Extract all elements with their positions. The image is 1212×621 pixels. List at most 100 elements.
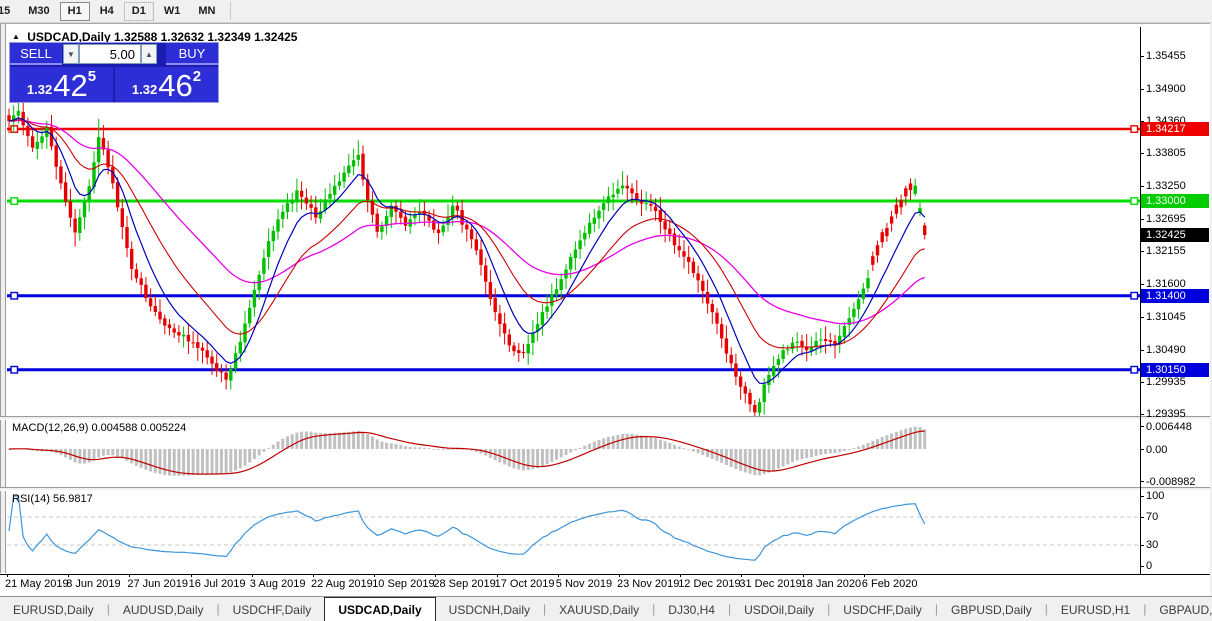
rsi-indicator-pane[interactable] <box>7 491 1140 572</box>
price-tick-mark <box>1140 89 1144 90</box>
hline-price-flag: 1.30150 <box>1141 363 1209 377</box>
date-tick-mark <box>191 574 192 577</box>
date-tick-mark <box>374 574 375 577</box>
date-tick-mark <box>313 574 314 577</box>
timeframe-button-w1[interactable]: W1 <box>156 2 189 21</box>
macd-tick-label: 0.00 <box>1146 444 1167 456</box>
chart-tab-gbpusd-daily[interactable]: GBPUSD,Daily <box>938 599 1045 621</box>
price-tick-label: 1.32155 <box>1146 245 1186 257</box>
chart-tab-usdcad-daily[interactable]: USDCAD,Daily <box>324 597 435 621</box>
chart-tab-usdcnh-daily[interactable]: USDCNH,Daily <box>436 599 543 621</box>
chart-title: ▲ USDCAD,Daily 1.32588 1.32632 1.32349 1… <box>12 30 297 44</box>
sell-price-pips: 42 <box>53 70 87 101</box>
date-axis-label: 22 Aug 2019 <box>311 578 373 590</box>
date-axis-label: 12 Dec 2019 <box>678 578 740 590</box>
timeframe-button-15[interactable]: 15 <box>0 2 18 21</box>
price-tick-label: 1.34900 <box>1146 83 1186 95</box>
chart-tab-audusd-daily[interactable]: AUDUSD,Daily <box>110 599 217 621</box>
date-axis-label: 5 Nov 2019 <box>556 578 612 590</box>
sell-price-quote[interactable]: 1.32 42 5 <box>10 67 113 102</box>
price-tick-label: 1.30490 <box>1146 344 1186 356</box>
macd-tick-mark <box>1140 449 1144 450</box>
sell-button[interactable]: SELL <box>10 43 62 65</box>
price-tick-mark <box>1140 56 1144 57</box>
toolbar-separator <box>230 2 231 20</box>
volume-increase-icon[interactable]: ▲ <box>141 44 157 64</box>
timeframe-toolbar: 15M30H1H4D1W1MN <box>0 0 1212 23</box>
date-tick-mark <box>435 574 436 577</box>
chart-tab-gbpaud-h1[interactable]: GBPAUD,H1 <box>1146 599 1212 621</box>
one-click-trading-panel: SELL ▼ 5.00 ▲ BUY 1.32 42 5 1.32 46 2 <box>10 43 218 102</box>
price-tick-label: 1.29935 <box>1146 376 1186 388</box>
price-tick-mark <box>1140 414 1144 415</box>
buy-price-pips: 46 <box>158 70 192 101</box>
volume-input[interactable]: 5.00 <box>79 44 141 64</box>
collapse-icon[interactable]: ▲ <box>12 32 20 41</box>
sell-price-point: 5 <box>88 68 96 85</box>
sell-price-base: 1.32 <box>27 82 52 97</box>
buy-price-point: 2 <box>193 68 201 85</box>
price-tick-mark <box>1140 153 1144 154</box>
date-tick-mark <box>741 574 742 577</box>
date-axis-label: 3 Aug 2019 <box>250 578 306 590</box>
chart-tab-xauusd-daily[interactable]: XAUUSD,Daily <box>546 599 652 621</box>
date-tick-mark <box>803 574 804 577</box>
buy-button[interactable]: BUY <box>166 43 218 65</box>
timeframe-button-d1[interactable]: D1 <box>124 2 154 21</box>
date-axis-label: 16 Jul 2019 <box>189 578 246 590</box>
date-tick-mark <box>680 574 681 577</box>
rsi-tick-mark <box>1140 545 1144 546</box>
macd-tick-mark <box>1140 426 1144 427</box>
rsi-tick-mark <box>1140 566 1144 567</box>
current-price-flag: 1.32425 <box>1141 228 1209 242</box>
date-axis-label: 17 Oct 2019 <box>495 578 555 590</box>
price-tick-mark <box>1140 284 1144 285</box>
price-tick-mark <box>1140 186 1144 187</box>
date-axis-label: 27 Jun 2019 <box>127 578 188 590</box>
macd-tick-label: 0.006448 <box>1146 421 1192 433</box>
price-tick-mark <box>1140 251 1144 252</box>
price-tick-label: 1.32695 <box>1146 213 1186 225</box>
hline-price-flag: 1.34217 <box>1141 122 1209 136</box>
price-tick-label: 1.29395 <box>1146 408 1186 420</box>
date-axis-label: 21 May 2019 <box>5 578 69 590</box>
price-tick-label: 1.31045 <box>1146 311 1186 323</box>
date-tick-mark <box>558 574 559 577</box>
chart-tab-eurusd-daily[interactable]: EURUSD,Daily <box>0 599 107 621</box>
mt4-window: 15M30H1H4D1W1MN ▲ USDCAD,Daily 1.32588 1… <box>0 0 1212 621</box>
hline-price-flag: 1.33000 <box>1141 194 1209 208</box>
rsi-tick-label: 70 <box>1146 511 1158 523</box>
rsi-tick-mark <box>1140 496 1144 497</box>
chart-tab-dj30-h4[interactable]: DJ30,H4 <box>655 599 728 621</box>
price-tick-label: 1.35455 <box>1146 50 1186 62</box>
macd-label: MACD(12,26,9) 0.004588 0.005224 <box>12 422 186 434</box>
date-tick-mark <box>129 574 130 577</box>
date-tick-mark <box>864 574 865 577</box>
date-tick-mark <box>7 574 8 577</box>
chart-tab-usdoil-daily[interactable]: USDOil,Daily <box>731 599 827 621</box>
timeframe-button-h1[interactable]: H1 <box>60 2 90 21</box>
chart-tab-usdchf-daily[interactable]: USDCHF,Daily <box>220 599 325 621</box>
timeframe-button-mn[interactable]: MN <box>190 2 223 21</box>
macd-tick-mark <box>1140 481 1144 482</box>
timeframe-button-h4[interactable]: H4 <box>92 2 122 21</box>
date-axis-label: 10 Sep 2019 <box>372 578 434 590</box>
chart-tab-bar: EURUSD,Daily|AUDUSD,Daily|USDCHF,DailyUS… <box>0 596 1212 621</box>
timeframe-button-m30[interactable]: M30 <box>20 2 57 21</box>
date-tick-mark <box>252 574 253 577</box>
chart-tab-eurusd-h1[interactable]: EURUSD,H1 <box>1048 599 1143 621</box>
date-axis-label: 28 Sep 2019 <box>433 578 495 590</box>
buy-price-quote[interactable]: 1.32 46 2 <box>115 67 218 102</box>
chart-ohlc-values: 1.32588 1.32632 1.32349 1.32425 <box>114 30 298 44</box>
chart-tab-usdchf-daily[interactable]: USDCHF,Daily <box>830 599 935 621</box>
date-tick-mark <box>68 574 69 577</box>
price-tick-mark <box>1140 350 1144 351</box>
date-axis-label: 6 Feb 2020 <box>862 578 918 590</box>
date-axis-label: 23 Nov 2019 <box>617 578 679 590</box>
rsi-tick-label: 0 <box>1146 560 1152 572</box>
volume-decrease-icon[interactable]: ▼ <box>63 44 79 64</box>
date-tick-mark <box>497 574 498 577</box>
price-tick-label: 1.33805 <box>1146 147 1186 159</box>
date-tick-mark <box>619 574 620 577</box>
price-tick-mark <box>1140 219 1144 220</box>
